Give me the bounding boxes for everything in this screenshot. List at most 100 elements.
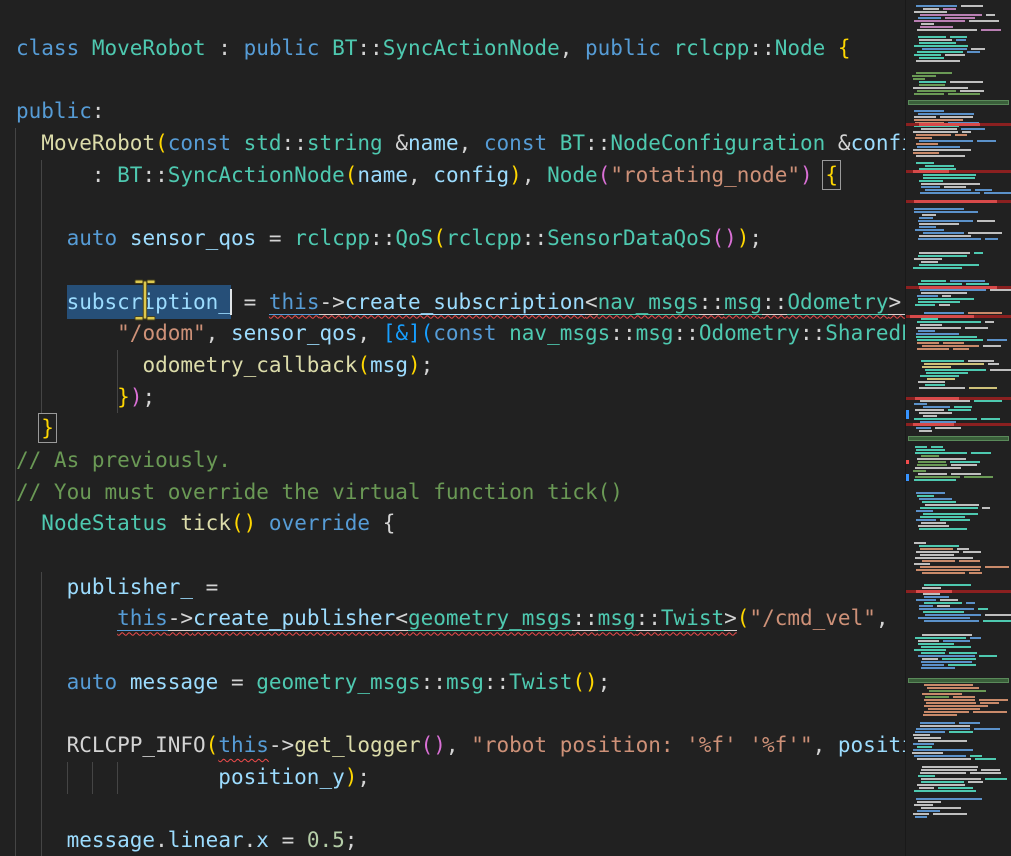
code-token: : <box>206 36 244 60</box>
code-token: :: <box>610 321 635 345</box>
minimap-line <box>968 312 1002 314</box>
minimap-line <box>916 551 959 553</box>
minimap-line <box>916 60 960 62</box>
minimap-line <box>940 519 970 521</box>
minimap-line <box>970 772 1001 774</box>
code-line: "/odom", sensor_qos, [&](const nav_msgs:… <box>16 318 905 350</box>
code-token <box>117 670 130 694</box>
minimap-line <box>983 620 1011 622</box>
minimap-line <box>916 590 952 593</box>
code-token: , <box>522 163 547 187</box>
minimap-line <box>922 501 956 503</box>
code-token: } <box>41 416 54 440</box>
minimap-line <box>935 427 961 429</box>
code-token: // You must override the virtual functio… <box>16 480 623 504</box>
minimap-line <box>942 295 951 297</box>
code-token: public <box>16 99 92 123</box>
code-token <box>16 606 117 630</box>
code-token <box>16 575 67 599</box>
minimap-line <box>974 400 1002 402</box>
code-token: () <box>231 511 256 535</box>
minimap-line <box>918 461 946 463</box>
minimap-line <box>924 596 949 598</box>
code-token <box>16 416 41 440</box>
minimap-line <box>917 295 938 297</box>
minimap-line <box>959 722 980 724</box>
minimap-line <box>919 140 973 142</box>
minimap-line <box>969 572 982 574</box>
minimap-line <box>915 731 945 733</box>
code-token: () <box>421 733 446 757</box>
minimap-line <box>920 375 959 377</box>
code-token: name <box>408 131 459 155</box>
minimap-line <box>924 584 971 586</box>
minimap-line <box>953 348 969 350</box>
code-token: ) <box>737 226 750 250</box>
minimap-line <box>923 513 978 515</box>
code-line: class MoveRobot : public BT::SyncActionN… <box>16 33 905 65</box>
code-token: nav_msgs <box>598 290 699 315</box>
minimap-line <box>918 473 947 475</box>
minimap-line <box>915 467 961 469</box>
code-token <box>16 511 41 535</box>
minimap-line <box>915 304 935 306</box>
minimap-line <box>914 737 941 739</box>
code-token: nav_msgs <box>509 321 610 345</box>
minimap-line <box>963 551 981 553</box>
code-token: . <box>155 828 168 852</box>
minimap-line <box>940 116 973 118</box>
code-line <box>16 794 905 826</box>
minimap-line <box>917 758 971 760</box>
code-token <box>16 226 67 250</box>
minimap-line <box>919 252 970 254</box>
code-token: position_y <box>218 765 344 789</box>
code-token <box>16 385 117 409</box>
code-token: class <box>16 36 92 60</box>
minimap[interactable] <box>905 0 1011 856</box>
minimap-line <box>916 492 945 494</box>
minimap-line <box>913 78 925 80</box>
code-area[interactable]: class MoveRobot : public BT::SyncActionN… <box>0 0 905 856</box>
minimap-line <box>987 339 1007 341</box>
minimap-line <box>919 528 967 530</box>
code-token: () <box>711 226 736 250</box>
code-token: Odometry <box>787 290 888 315</box>
ibeam-cursor-icon <box>133 279 157 321</box>
minimap-line <box>915 397 959 400</box>
minimap-line <box>950 81 983 83</box>
code-token: -> <box>319 290 344 315</box>
minimap-line <box>913 749 973 751</box>
minimap-line <box>914 542 926 544</box>
minimap-line <box>919 264 979 266</box>
text-caret <box>230 289 232 315</box>
code-token: : <box>16 163 117 187</box>
minimap-line <box>956 39 966 41</box>
minimap-line <box>924 312 964 314</box>
minimap-line <box>943 8 956 10</box>
minimap-line <box>977 220 995 222</box>
minimap-line <box>985 321 994 323</box>
code-token: :: <box>762 290 787 315</box>
minimap-line <box>919 84 945 86</box>
minimap-line <box>921 778 981 780</box>
minimap-line <box>917 146 960 148</box>
code-token: & <box>838 131 851 155</box>
minimap-line <box>990 369 1011 371</box>
code-token <box>16 290 67 314</box>
minimap-line <box>955 134 967 136</box>
minimap-line <box>925 614 981 616</box>
minimap-line <box>921 186 940 188</box>
minimap-line <box>923 714 957 716</box>
code-token: , <box>357 321 382 345</box>
minimap-line <box>919 787 934 789</box>
code-token: -> <box>269 733 294 757</box>
code-line: // You must override the virtual functio… <box>16 477 905 509</box>
minimap-line <box>918 255 967 257</box>
minimap-line <box>919 42 956 44</box>
code-token: Odometry <box>699 321 800 345</box>
code-token <box>256 511 269 535</box>
code-token: :: <box>674 321 699 345</box>
minimap-line <box>906 410 909 419</box>
minimap-line <box>981 769 1000 771</box>
minimap-line <box>914 563 930 565</box>
